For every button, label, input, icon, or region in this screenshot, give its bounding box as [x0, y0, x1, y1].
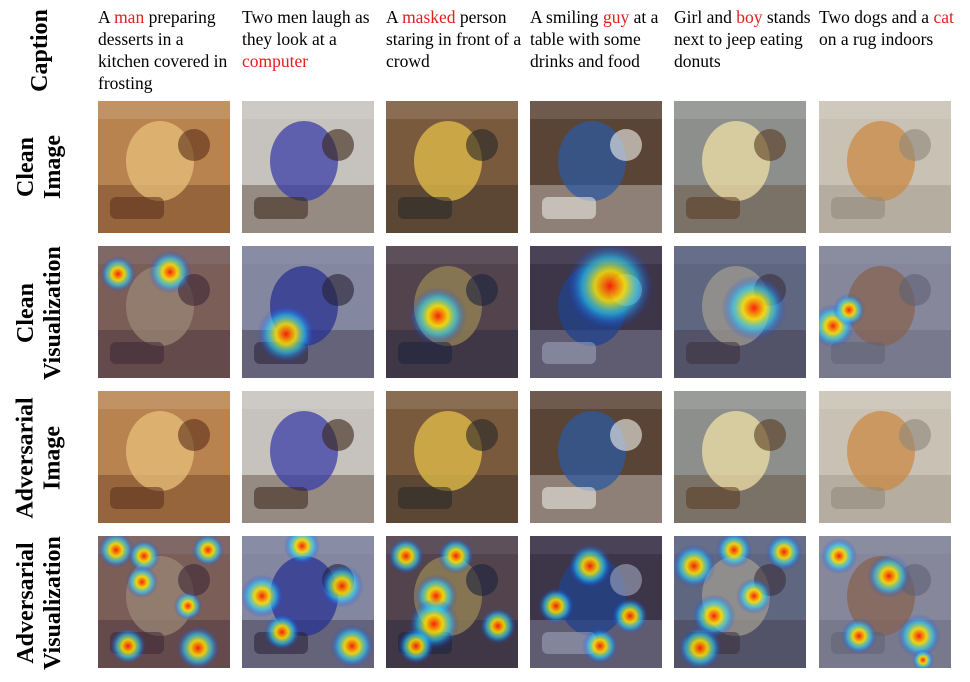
- highlighted-word: masked: [402, 7, 456, 27]
- clean-image-two-men-computer: [242, 101, 374, 233]
- thumbnail-girl-boy-jeep: [674, 391, 806, 523]
- clean-visualization-dogs-cat-rug: [819, 246, 951, 378]
- thumbnail-dogs-cat-rug: [819, 536, 951, 668]
- thumbnail-two-men-computer: [242, 536, 374, 668]
- highlighted-word: man: [114, 7, 145, 27]
- clean-visualization-masked-person-crowd: [386, 246, 518, 378]
- row-label-adversarial-image: Adversarial Image: [13, 397, 66, 519]
- row-label-caption: Caption: [26, 8, 53, 92]
- clean-image-dessert-kitchen: [98, 101, 230, 233]
- clean-image-smiling-guy-table: [530, 101, 662, 233]
- adversarial-image-dogs-cat-rug: [819, 391, 951, 523]
- thumbnail-smiling-guy-table: [530, 391, 662, 523]
- thumbnail-girl-boy-jeep: [674, 246, 806, 378]
- thumbnail-dogs-cat-rug: [819, 246, 951, 378]
- highlighted-word: guy: [602, 7, 630, 27]
- clean-image-girl-boy-jeep: [674, 101, 806, 233]
- thumbnail-masked-person-crowd: [386, 391, 518, 523]
- highlighted-word: computer: [242, 51, 309, 71]
- clean-visualization-dessert-kitchen: [98, 246, 230, 378]
- thumbnail-dessert-kitchen: [98, 101, 230, 233]
- adversarial-image-smiling-guy-table: [530, 391, 662, 523]
- caption-4: A smiling guy at a table with some drink…: [530, 7, 659, 71]
- clean-image-masked-person-crowd: [386, 101, 518, 233]
- thumbnail-smiling-guy-table: [530, 536, 662, 668]
- thumbnail-girl-boy-jeep: [674, 101, 806, 233]
- thumbnail-two-men-computer: [242, 246, 374, 378]
- clean-visualization-smiling-guy-table: [530, 246, 662, 378]
- thumbnail-dogs-cat-rug: [819, 101, 951, 233]
- thumbnail-dessert-kitchen: [98, 391, 230, 523]
- adversarial-visualization-girl-boy-jeep: [674, 536, 806, 668]
- row-label-clean-image: Clean Image: [12, 135, 66, 199]
- adversarial-visualization-dessert-kitchen: [98, 536, 230, 668]
- row-label-adversarial-visualization: Adversarial Visualization: [13, 536, 67, 670]
- thumbnail-masked-person-crowd: [386, 101, 518, 233]
- row-label-clean-visualization: Clean Visualization: [13, 246, 67, 380]
- figure: Caption Clean Image Clean Visualization …: [0, 0, 970, 682]
- adversarial-image-two-men-computer: [242, 391, 374, 523]
- caption-5: Girl and boy stands next to jeep eating …: [674, 7, 811, 71]
- thumbnail-dessert-kitchen: [98, 246, 230, 378]
- adversarial-image-dessert-kitchen: [98, 391, 230, 523]
- clean-image-dogs-cat-rug: [819, 101, 951, 233]
- adversarial-image-girl-boy-jeep: [674, 391, 806, 523]
- highlighted-word: cat: [933, 7, 954, 27]
- adversarial-visualization-smiling-guy-table: [530, 536, 662, 668]
- clean-visualization-two-men-computer: [242, 246, 374, 378]
- thumbnail-two-men-computer: [242, 391, 374, 523]
- adversarial-image-masked-person-crowd: [386, 391, 518, 523]
- thumbnail-smiling-guy-table: [530, 246, 662, 378]
- caption-1: A man preparing desserts in a kitchen co…: [98, 7, 228, 93]
- thumbnail-dessert-kitchen: [98, 536, 230, 668]
- adversarial-visualization-two-men-computer: [242, 536, 374, 668]
- thumbnail-dogs-cat-rug: [819, 391, 951, 523]
- thumbnail-girl-boy-jeep: [674, 536, 806, 668]
- thumbnail-masked-person-crowd: [386, 536, 518, 668]
- caption-2: Two men laugh as they look at a computer: [242, 7, 370, 71]
- caption-6: Two dogs and a cat on a rug indoors: [819, 7, 954, 49]
- thumbnail-two-men-computer: [242, 101, 374, 233]
- thumbnail-masked-person-crowd: [386, 246, 518, 378]
- thumbnail-smiling-guy-table: [530, 101, 662, 233]
- adversarial-visualization-masked-person-crowd: [386, 536, 518, 668]
- caption-3: A masked person staring in front of a cr…: [386, 7, 522, 71]
- clean-visualization-girl-boy-jeep: [674, 246, 806, 378]
- highlighted-word: boy: [736, 7, 763, 27]
- adversarial-visualization-dogs-cat-rug: [819, 536, 951, 668]
